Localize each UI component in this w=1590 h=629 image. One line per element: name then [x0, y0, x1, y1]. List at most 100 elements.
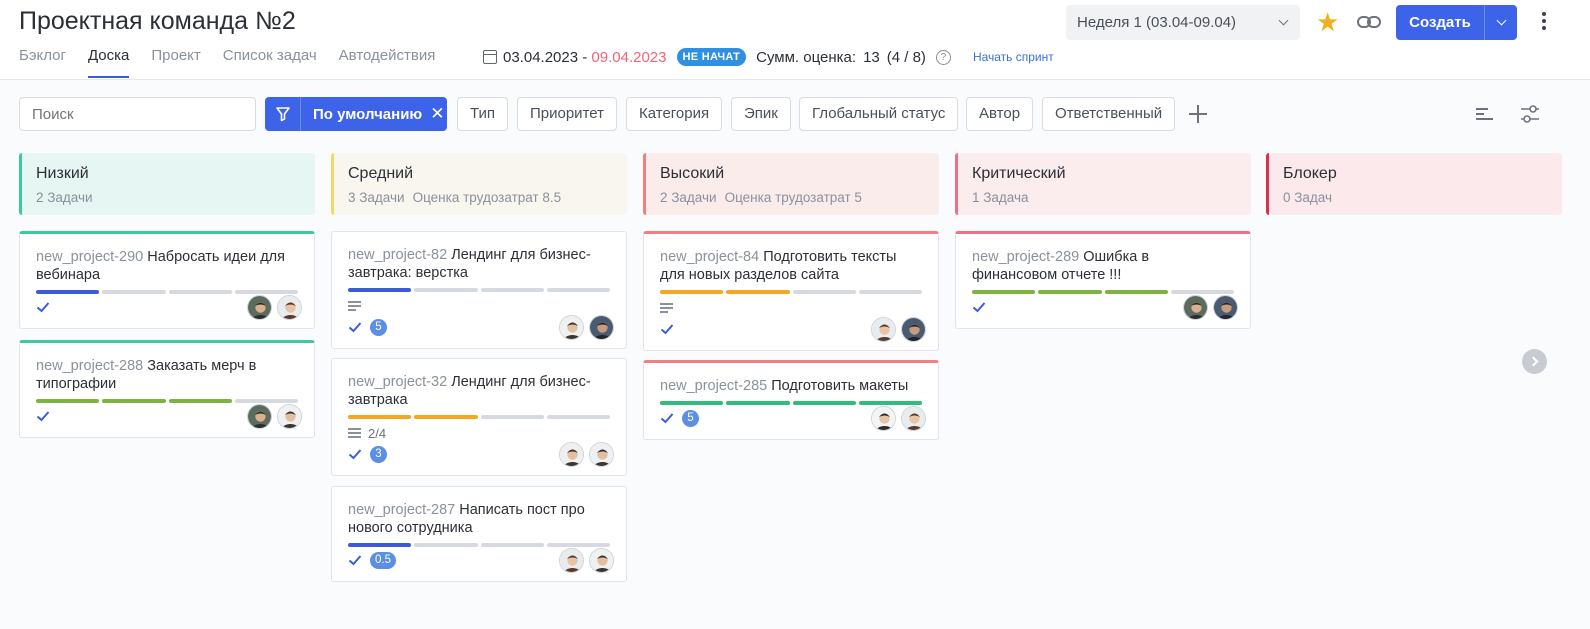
avatar[interactable] [589, 441, 614, 467]
avatar[interactable] [277, 403, 302, 429]
tab-task-list[interactable]: Список задач [223, 47, 317, 78]
task-key[interactable]: new_project-287 [348, 502, 455, 518]
task-key[interactable]: new_project-288 [36, 358, 143, 374]
task-card[interactable]: new_project-288 Заказать мерч в типограф… [19, 340, 315, 438]
task-title: new_project-84 Подготовить тексты для но… [660, 248, 922, 284]
more-vertical-icon[interactable] [1540, 12, 1548, 30]
column-estimate: Оценка трудозатрат 8.5 [412, 190, 562, 205]
avatar[interactable] [871, 405, 896, 431]
estimate-badge: 3 [370, 445, 387, 463]
column-task-count: 2 Задачи [660, 190, 717, 205]
task-title: new_project-288 Заказать мерч в типограф… [36, 357, 298, 393]
avatar[interactable] [247, 403, 272, 429]
description-icon [660, 303, 673, 313]
estimate-badge: 5 [370, 318, 387, 336]
task-key[interactable]: new_project-84 [660, 249, 759, 265]
filter-chip-author[interactable]: Автор [966, 97, 1034, 131]
task-key[interactable]: new_project-32 [348, 374, 447, 390]
link-icon[interactable] [1357, 15, 1381, 29]
task-footer [660, 316, 926, 342]
star-icon[interactable]: ★ [1316, 7, 1339, 37]
task-card[interactable]: new_project-32 Лендинг для бизнес-завтра… [331, 358, 627, 476]
avatar[interactable] [589, 547, 614, 573]
avatar[interactable] [1213, 294, 1238, 320]
task-card[interactable]: new_project-289 Ошибка в финансовом отче… [955, 231, 1251, 329]
estimate-badge: 5 [682, 409, 699, 427]
tab-automations[interactable]: Автодействия [339, 47, 436, 78]
check-icon [972, 302, 986, 313]
checklist-status: 2/4 [348, 426, 610, 441]
chevron-down-icon [1496, 15, 1506, 26]
sprint-week-select[interactable]: Неделя 1 (03.04-09.04) [1066, 5, 1300, 40]
plus-icon[interactable] [1187, 103, 1209, 125]
default-filter-button[interactable]: По умолчанию ✕ [265, 97, 447, 131]
avatar[interactable] [247, 294, 272, 320]
avatar[interactable] [871, 316, 896, 342]
filter-chip-assignee[interactable]: Ответственный [1042, 97, 1176, 131]
avatar[interactable] [901, 405, 926, 431]
check-icon [660, 324, 674, 335]
task-card[interactable]: new_project-290 Набросать идеи для вебин… [19, 231, 315, 329]
task-key[interactable]: new_project-82 [348, 247, 447, 263]
task-card[interactable]: new_project-84 Подготовить тексты для но… [643, 231, 939, 351]
start-sprint-link[interactable]: Начать спринт [973, 50, 1054, 64]
create-button[interactable]: Создать [1396, 5, 1517, 40]
assignee-avatars [247, 403, 302, 429]
progress-segment [858, 290, 922, 294]
avatar[interactable] [1183, 294, 1208, 320]
filter-chip-priority[interactable]: Приоритет [517, 97, 617, 131]
task-progress [660, 290, 922, 294]
task-card[interactable]: new_project-287 Написать пост про нового… [331, 486, 627, 582]
progress-segment [660, 290, 724, 294]
column-header: Средний 3 Задачи Оценка трудозатрат 8.5 [331, 153, 627, 215]
filter-chip-category[interactable]: Категория [626, 97, 723, 131]
top-header: Проектная команда №2 Бэклог Доска Проект… [0, 0, 1590, 80]
board-column: Низкий 2 Задачи new_project-290 Набросать … [19, 153, 315, 438]
avatar[interactable] [277, 294, 302, 320]
assignee-avatars [559, 547, 614, 573]
filter-icon [265, 97, 301, 131]
column-title: Средний [348, 165, 414, 182]
search-input[interactable] [19, 97, 256, 131]
assignee-avatars [871, 405, 926, 431]
progress-segment [348, 288, 412, 292]
task-footer: 0.5 [348, 547, 614, 573]
avatar[interactable] [559, 441, 584, 467]
task-key[interactable]: new_project-289 [972, 249, 1079, 265]
create-button-label: Создать [1409, 14, 1471, 31]
task-card[interactable]: new_project-285 Подготовить макеты 5 [643, 360, 939, 440]
estimate-badge: 0.5 [370, 551, 396, 569]
tab-project[interactable]: Проект [151, 47, 200, 78]
chevron-right-icon[interactable] [1522, 349, 1547, 374]
create-dropdown-button[interactable] [1485, 15, 1517, 26]
avatar[interactable] [559, 314, 584, 340]
task-title: new_project-285 Подготовить макеты [660, 377, 922, 395]
sprint-info: 03.04.2023 - 09.04.2023 НЕ НАЧАТ Сумм. о… [483, 48, 1054, 66]
tab-board[interactable]: Доска [87, 47, 130, 78]
progress-segment [726, 290, 790, 294]
task-card[interactable]: new_project-82 Лендинг для бизнес-завтра… [331, 231, 627, 349]
task-footer: 3 [348, 441, 614, 467]
filter-chip-global-status[interactable]: Глобальный статус [799, 97, 959, 131]
help-icon[interactable]: ? [935, 49, 951, 65]
tab-backlog[interactable]: Бэклог [19, 47, 66, 78]
avatar[interactable] [559, 547, 584, 573]
close-icon[interactable]: ✕ [430, 104, 444, 124]
check-icon [348, 555, 362, 566]
sliders-icon[interactable] [1519, 103, 1541, 125]
task-name: Подготовить макеты [771, 378, 909, 394]
task-footer [36, 294, 302, 320]
column-task-count: 0 Задач [1283, 190, 1333, 205]
sort-icon[interactable] [1476, 108, 1493, 123]
avatar[interactable] [589, 314, 614, 340]
filter-chip-type[interactable]: Тип [457, 97, 509, 131]
sprint-date-separator: - [578, 48, 592, 66]
description-icon [348, 301, 361, 311]
task-key[interactable]: new_project-285 [660, 378, 767, 394]
calendar-icon [483, 50, 497, 64]
avatar[interactable] [901, 316, 926, 342]
board-column: Средний 3 Задачи Оценка трудозатрат 8.5 new… [331, 153, 627, 582]
column-title: Критический [972, 165, 1066, 182]
task-key[interactable]: new_project-290 [36, 249, 143, 265]
filter-chip-epic[interactable]: Эпик [731, 97, 791, 131]
